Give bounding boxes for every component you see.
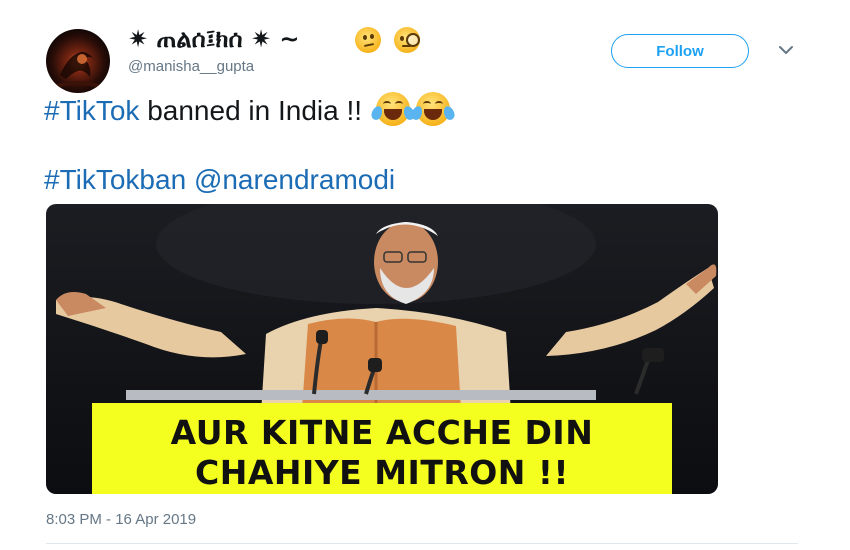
caption-line-2: CHAHIYE MITRON !! bbox=[195, 453, 569, 492]
tweet-text-line-2: #TikTokban @narendramodi bbox=[44, 162, 395, 198]
tears-of-joy-icon bbox=[409, 92, 456, 126]
avatar[interactable] bbox=[46, 29, 110, 93]
hashtag-link[interactable]: #TikTokban bbox=[44, 164, 186, 195]
divider bbox=[46, 543, 798, 544]
mention-link[interactable]: @narendramodi bbox=[194, 164, 395, 195]
display-name[interactable]: ✷ ጠልሰ፤ክሰ ✷ ~ bbox=[128, 24, 300, 54]
tweet-timestamp[interactable]: 8:03 PM - 16 Apr 2019 bbox=[46, 511, 196, 528]
tweet-text-line-1: #TikTok banned in India !! bbox=[44, 92, 456, 129]
follow-button[interactable]: Follow bbox=[611, 34, 749, 68]
thinking-face-icon bbox=[355, 27, 381, 53]
face-with-monocle-icon bbox=[394, 27, 420, 53]
hashtag-link[interactable]: #TikTok bbox=[44, 95, 139, 126]
caption-line-1: AUR KITNE ACCHE DIN bbox=[170, 413, 594, 452]
chevron-down-icon[interactable] bbox=[778, 45, 794, 55]
tweet-media-image[interactable]: AUR KITNE ACCHE DIN CHAHIYE MITRON !! bbox=[46, 204, 718, 494]
meme-caption: AUR KITNE ACCHE DIN CHAHIYE MITRON !! bbox=[92, 403, 672, 494]
tweet-text: banned in India !! bbox=[139, 95, 363, 126]
tears-of-joy-icon bbox=[369, 92, 416, 126]
user-handle[interactable]: @manisha__gupta bbox=[128, 58, 254, 75]
